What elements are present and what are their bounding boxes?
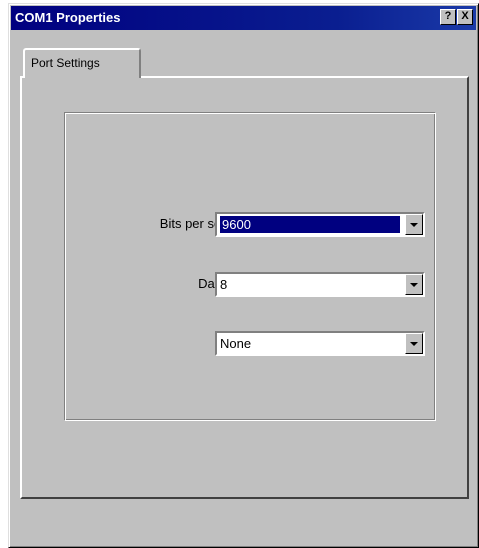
help-button[interactable]: ? [440,9,456,25]
window-title: COM1 Properties [15,10,121,25]
tab-label: Port Settings [31,56,100,70]
bits-per-second-combo[interactable]: 9600 [215,212,425,237]
data-bits-combo[interactable]: 8 [215,272,425,297]
close-button[interactable]: X [457,9,473,25]
data-bits-value: 8 [220,277,228,292]
parity-combo[interactable]: None [215,331,425,356]
tab-port-settings[interactable]: Port Settings [23,48,141,78]
chevron-down-icon[interactable] [405,214,423,235]
settings-group: Bits per second: 9600 Data bits: 8 Parit… [64,112,436,421]
properties-dialog: COM1 Properties ? X Port Settings Bits p… [8,3,479,548]
chevron-down-icon[interactable] [405,274,423,295]
bits-per-second-value: 9600 [220,216,400,233]
tab-panel: Bits per second: 9600 Data bits: 8 Parit… [20,76,469,499]
title-bar[interactable]: COM1 Properties ? X [11,6,476,30]
chevron-down-icon[interactable] [405,333,423,354]
parity-value: None [220,336,252,351]
